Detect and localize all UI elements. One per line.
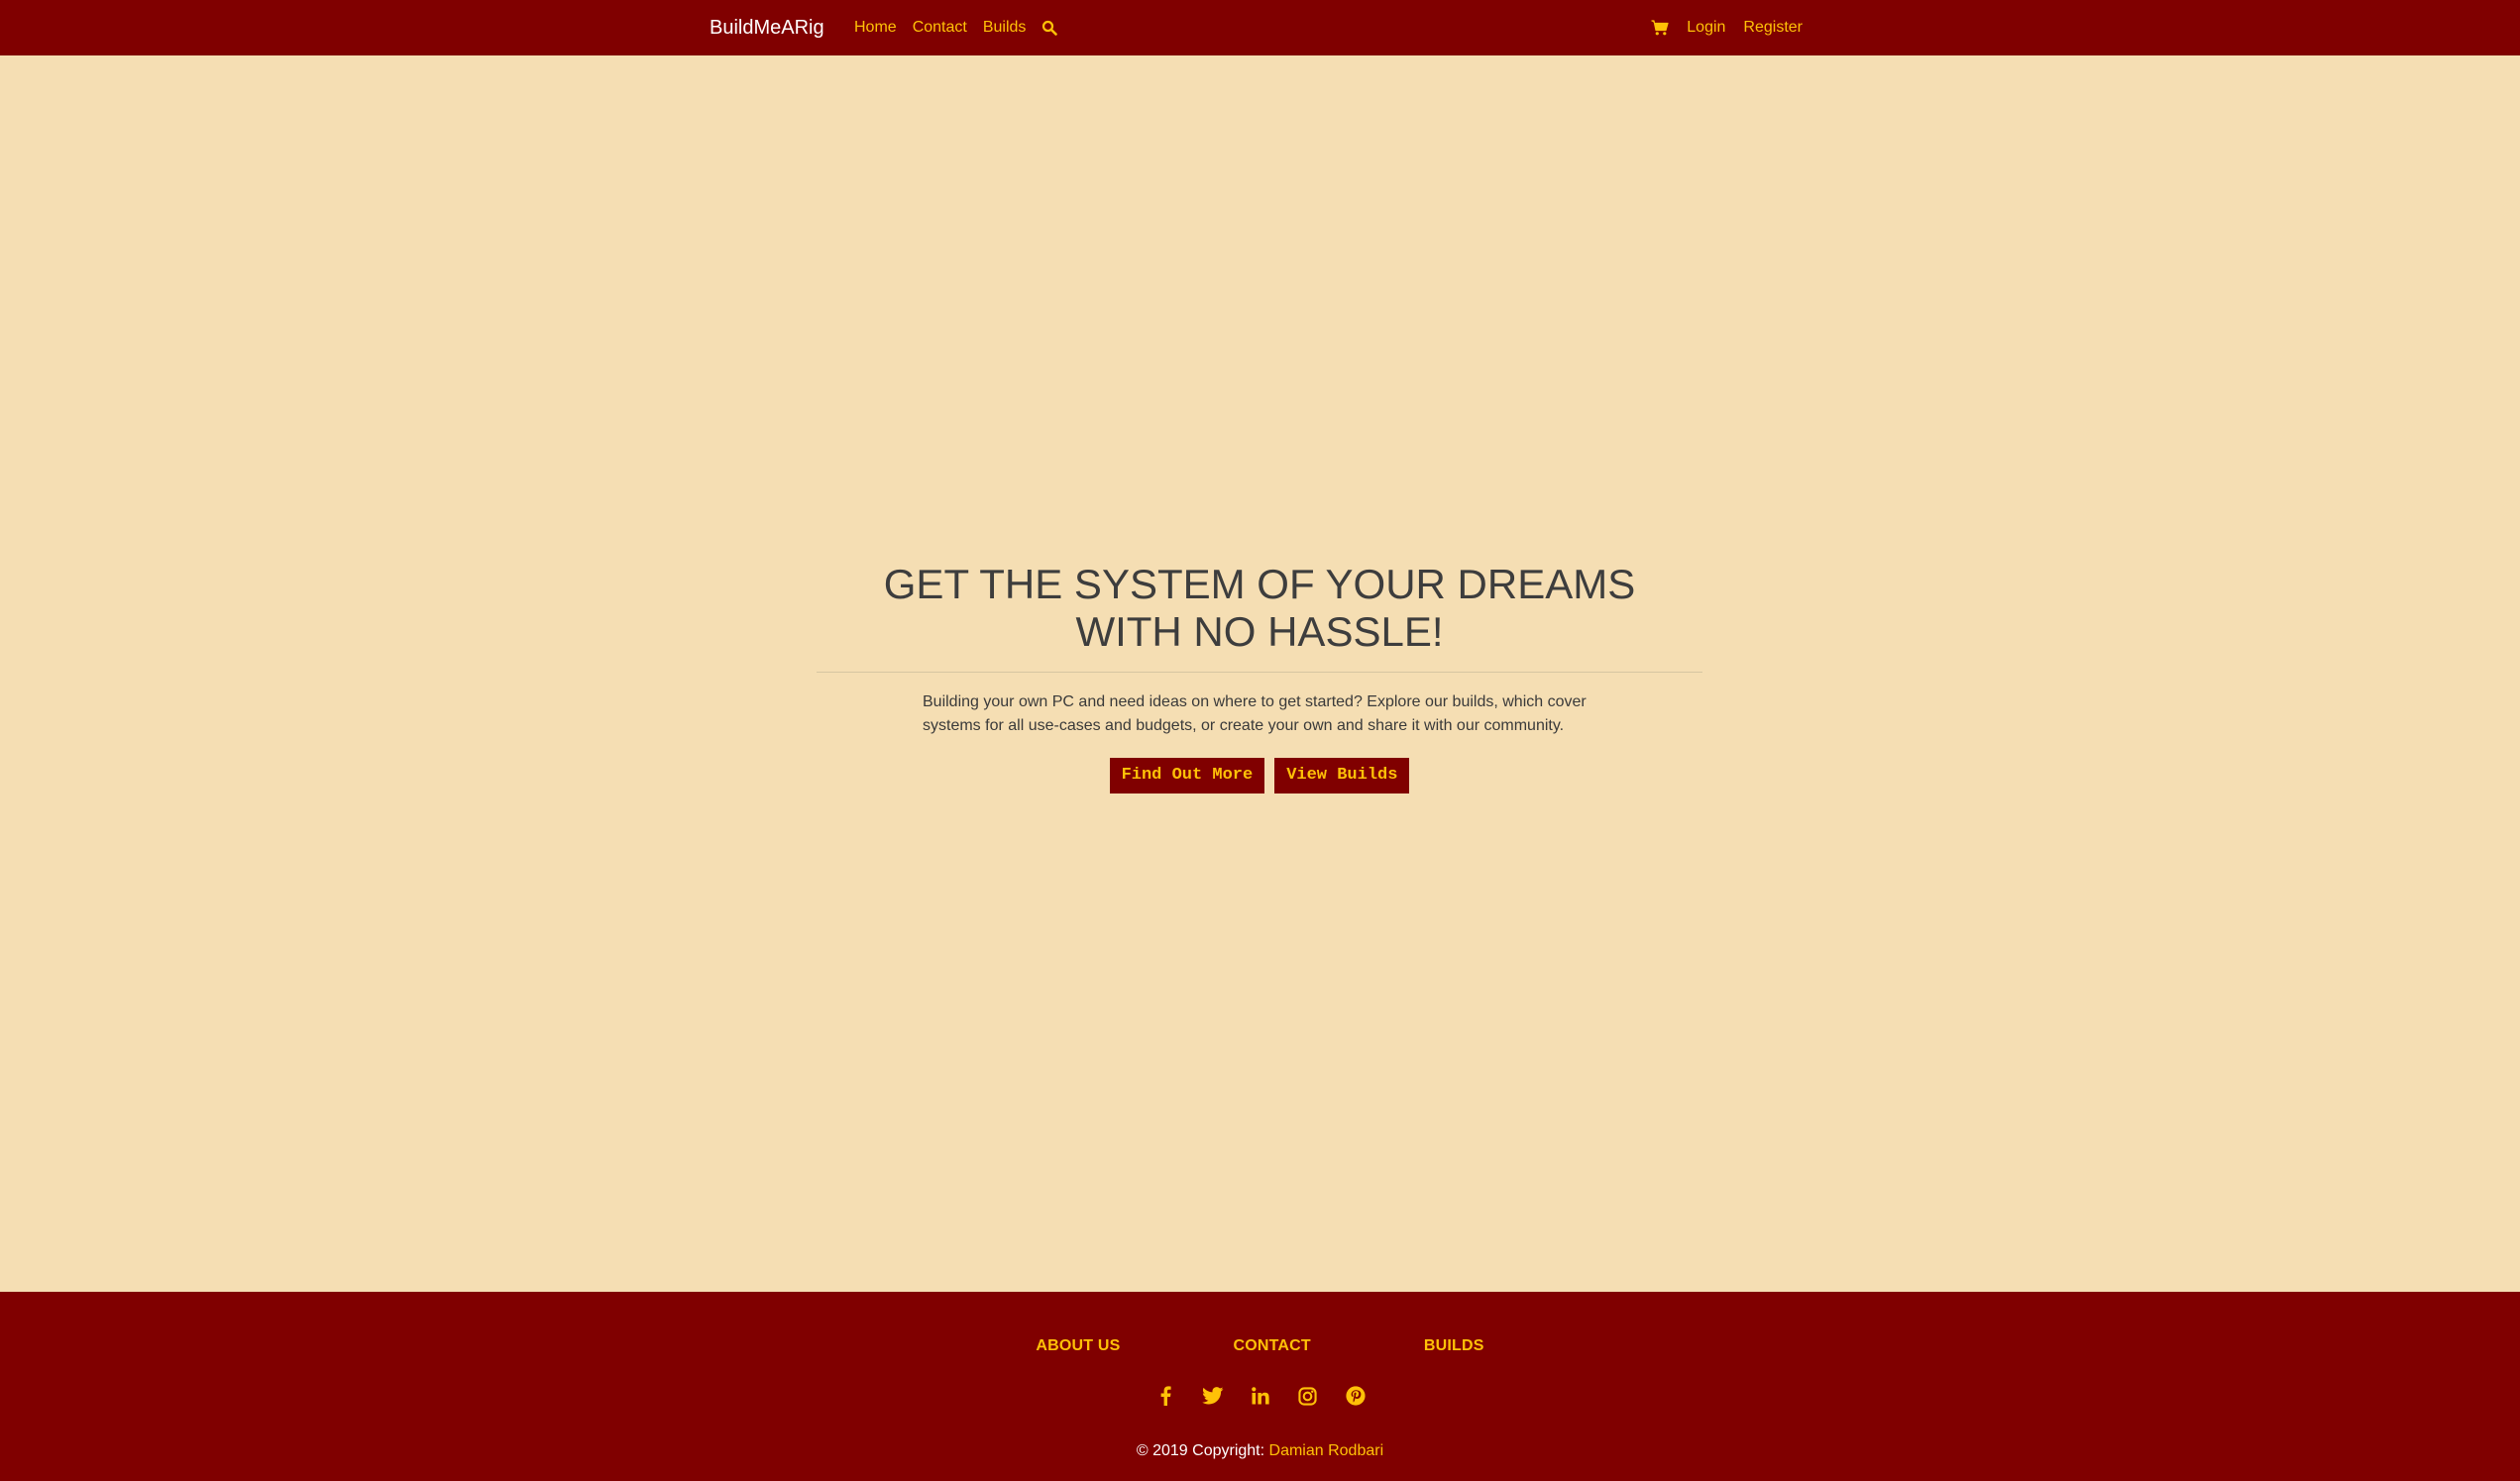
hero-description: Building your own PC and need ideas on w… bbox=[923, 693, 1587, 734]
footer-links: ABOUT US CONTACT BUILDS bbox=[0, 1337, 2520, 1355]
facebook-icon[interactable] bbox=[1152, 1383, 1178, 1409]
copyright-text: © 2019 Copyright: bbox=[1136, 1442, 1265, 1459]
login-link[interactable]: Login bbox=[1687, 19, 1725, 37]
hero-section: GET THE SYSTEM OF YOUR DREAMS WITH NO HA… bbox=[0, 55, 2520, 1292]
find-out-more-button[interactable]: Find Out More bbox=[1109, 758, 1265, 793]
view-builds-button[interactable]: View Builds bbox=[1274, 758, 1410, 793]
brand-logo[interactable]: BuildMeARig bbox=[710, 0, 824, 55]
footer: ABOUT US CONTACT BUILDS © 2019 Copyright… bbox=[0, 1292, 2520, 1481]
footer-about-us-link[interactable]: ABOUT US bbox=[1036, 1337, 1120, 1355]
nav-links: Home Contact Builds bbox=[854, 0, 1058, 55]
social-links bbox=[0, 1383, 2520, 1409]
instagram-icon[interactable] bbox=[1295, 1383, 1321, 1409]
hero-buttons: Find Out More View Builds bbox=[817, 758, 1702, 793]
hero-divider bbox=[817, 672, 1702, 673]
nav-contact[interactable]: Contact bbox=[913, 19, 967, 37]
pinterest-icon[interactable] bbox=[1343, 1383, 1369, 1409]
copyright: © 2019 Copyright: Damian Rodbari bbox=[0, 1442, 2520, 1460]
hero-title: GET THE SYSTEM OF YOUR DREAMS WITH NO HA… bbox=[883, 561, 1636, 655]
linkedin-icon[interactable] bbox=[1248, 1383, 1273, 1409]
twitter-icon[interactable] bbox=[1200, 1383, 1226, 1409]
cart-icon[interactable] bbox=[1651, 20, 1669, 36]
nav-home[interactable]: Home bbox=[854, 19, 897, 37]
footer-contact-link[interactable]: CONTACT bbox=[1233, 1337, 1310, 1355]
author-link[interactable]: Damian Rodbari bbox=[1269, 1442, 1384, 1459]
nav-account: Login Register bbox=[1651, 0, 1803, 55]
footer-builds-link[interactable]: BUILDS bbox=[1424, 1337, 1484, 1355]
hero-content: GET THE SYSTEM OF YOUR DREAMS WITH NO HA… bbox=[817, 561, 1702, 793]
navbar: BuildMeARig Home Contact Builds Login Re… bbox=[0, 0, 2520, 55]
nav-builds[interactable]: Builds bbox=[983, 19, 1027, 37]
register-link[interactable]: Register bbox=[1743, 19, 1803, 37]
search-icon[interactable] bbox=[1041, 20, 1058, 36]
